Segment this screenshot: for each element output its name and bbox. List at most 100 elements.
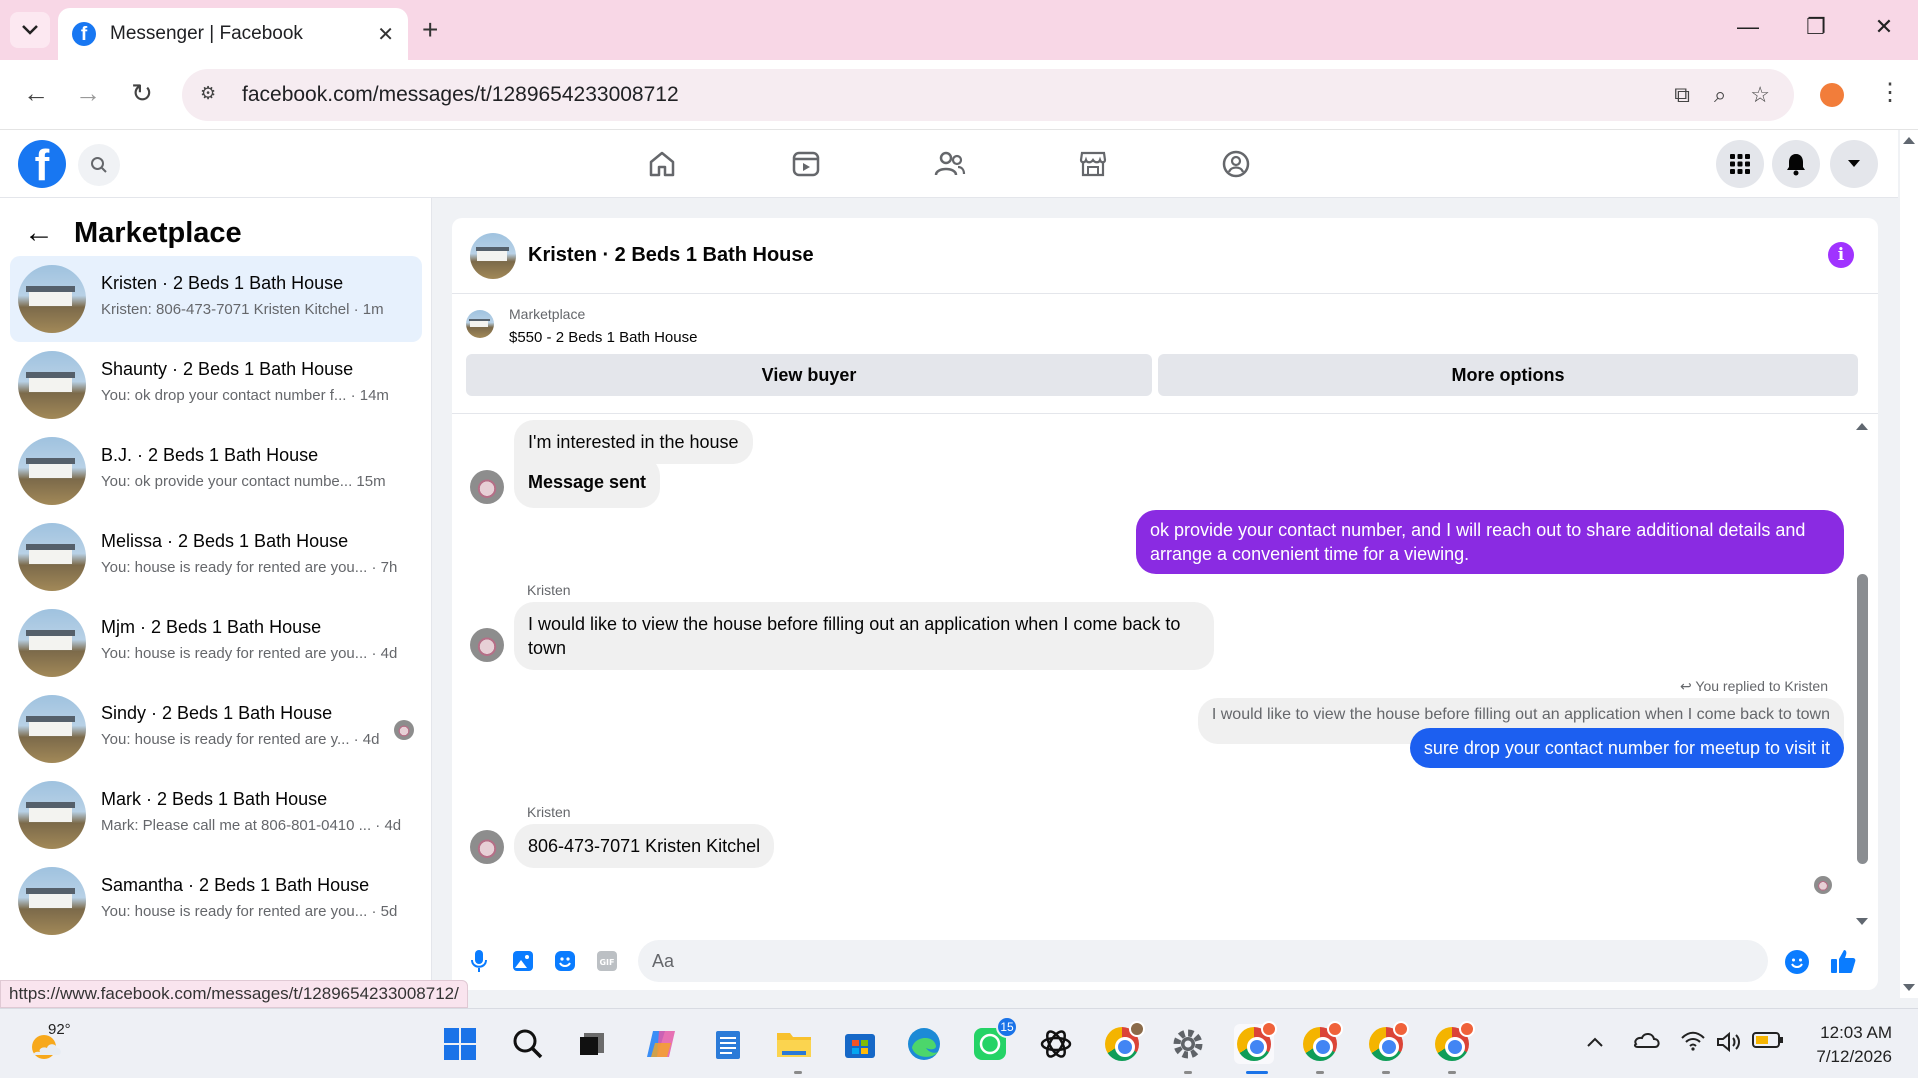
onedrive-icon[interactable] [1632,1031,1660,1055]
attach-photo-button[interactable] [510,948,536,974]
minimize-button[interactable]: — [1728,14,1768,40]
chrome-profile-button[interactable] [1102,1021,1145,1064]
bookmark-star-icon[interactable]: ☆ [1750,82,1770,108]
taskbar-search-button[interactable] [508,1024,548,1064]
profile-avatar[interactable] [1820,83,1844,107]
url-text[interactable]: facebook.com/messages/t/1289654233008712 [242,83,1674,107]
browser-tab[interactable]: f Messenger | Facebook ✕ [58,8,408,60]
close-window-button[interactable]: ✕ [1864,14,1904,40]
conversation-item[interactable]: Shaunty · 2 Beds 1 Bath House You: ok dr… [10,342,422,428]
marketplace-nav-button[interactable] [1073,146,1113,182]
conversation-item[interactable]: Kristen · 2 Beds 1 Bath House Kristen: 8… [10,256,422,342]
restore-button[interactable]: ❐ [1796,14,1836,40]
grid-menu-icon [1730,154,1750,174]
sticker-button[interactable] [552,948,578,974]
chrome-icon [1303,1021,1343,1061]
conversation-name: Samantha · 2 Beds 1 Bath House [101,875,370,895]
info-icon[interactable]: i [1828,242,1854,268]
settings-button[interactable] [1168,1024,1208,1064]
voice-clip-button[interactable] [466,948,492,974]
edge-button[interactable] [904,1024,944,1064]
browser-menu-icon[interactable]: ⋮ [1878,78,1902,107]
back-arrow-icon[interactable]: ← [24,216,54,250]
friends-nav-button[interactable] [930,146,970,182]
chat-title[interactable]: Kristen · 2 Beds 1 Bath House [528,244,814,267]
sender-avatar [470,470,504,504]
listing-avatar [18,781,86,849]
show-hidden-icons[interactable] [1586,1031,1604,1054]
copilot-button[interactable] [642,1024,682,1064]
chrome-window-button[interactable] [1234,1021,1277,1064]
gif-button[interactable]: GIF [594,948,620,974]
listing-avatar [18,265,86,333]
conversation-snippet: You: house is ready for rented are you..… [101,645,398,662]
menu-button[interactable] [1716,140,1764,188]
notepad-button[interactable] [708,1024,748,1064]
conversation-name: Melissa · 2 Beds 1 Bath House [101,531,349,551]
sidebar-title: Marketplace [74,216,242,249]
conversation-item[interactable]: Sindy · 2 Beds 1 Bath House You: house i… [10,686,422,772]
conversation-item[interactable]: Mark · 2 Beds 1 Bath House Mark: Please … [10,772,422,858]
chat-header: Kristen · 2 Beds 1 Bath House i [452,218,1878,294]
listing-avatar [18,695,86,763]
site-info-icon[interactable]: ⚙ [200,83,224,107]
whatsapp-badge: 15 [996,1016,1018,1038]
scroll-down-icon[interactable] [1854,916,1870,928]
gaming-nav-button[interactable] [1216,146,1256,182]
install-app-icon[interactable]: ⧉ [1674,82,1690,108]
tab-search-button[interactable] [10,12,50,48]
chrome-window-button[interactable] [1432,1021,1475,1064]
chat-avatar[interactable] [470,233,516,279]
browser-tab-bar: f Messenger | Facebook ✕ + — ❐ ✕ [0,0,1918,60]
wifi-signal-icon [1681,1031,1705,1051]
whatsapp-button[interactable]: 15 [970,1016,1018,1064]
address-bar[interactable]: ⚙ facebook.com/messages/t/12896542330087… [182,69,1794,121]
listing-title[interactable]: $550 - 2 Beds 1 Bath House [509,329,697,346]
scroll-up-icon[interactable] [1854,420,1870,432]
video-nav-button[interactable] [786,146,826,182]
home-nav-button[interactable] [642,146,682,182]
conversation-item[interactable]: B.J. · 2 Beds 1 Bath House You: ok provi… [10,428,422,514]
running-indicator [1382,1071,1390,1074]
listing-avatar [18,351,86,419]
system-clock[interactable]: 12:03 AM 7/12/2026 [1792,1021,1892,1069]
notifications-button[interactable] [1772,140,1820,188]
view-buyer-button[interactable]: View buyer [466,354,1152,396]
store-button[interactable] [840,1024,880,1064]
chrome-window-button[interactable] [1300,1021,1343,1064]
page-scroll-up-icon[interactable] [1900,134,1918,146]
more-options-button[interactable]: More options [1158,354,1858,396]
reload-button[interactable]: ↻ [124,78,160,109]
read-receipt-avatar [1814,876,1832,894]
start-button[interactable] [440,1024,480,1064]
conversation-item[interactable]: Melissa · 2 Beds 1 Bath House You: house… [10,514,422,600]
wifi-icon[interactable] [1680,1031,1706,1057]
back-button[interactable]: ← [18,78,54,109]
scroll-thumb[interactable] [1857,574,1868,864]
tab-close-icon[interactable]: ✕ [377,22,394,47]
like-button[interactable] [1828,946,1858,976]
new-tab-button[interactable]: + [422,14,438,46]
conversation-item[interactable]: Mjm · 2 Beds 1 Bath House You: house is … [10,600,422,686]
volume-icon[interactable] [1716,1031,1742,1059]
account-button[interactable] [1830,140,1878,188]
page-scroll-down-icon[interactable] [1900,982,1918,994]
page-scrollbar[interactable] [1900,130,1918,998]
task-view-button[interactable] [572,1024,612,1064]
emoji-icon[interactable] [1785,950,1809,974]
marketplace-listing-bar: Marketplace $550 - 2 Beds 1 Bath House V… [452,294,1878,414]
file-explorer-button[interactable] [774,1024,814,1064]
zoom-icon[interactable]: ⌕ [1714,82,1726,108]
conversation-item[interactable]: Samantha · 2 Beds 1 Bath House You: hous… [10,858,422,944]
facebook-search-button[interactable] [78,144,120,186]
chatgpt-button[interactable] [1036,1024,1076,1064]
facebook-logo-icon[interactable]: f [18,140,66,188]
chat-panel: Kristen · 2 Beds 1 Bath House i Marketpl… [452,218,1878,990]
forward-button[interactable]: → [70,78,106,109]
running-indicator [1316,1071,1324,1074]
chrome-window-button[interactable] [1366,1021,1409,1064]
listing-thumbnail[interactable] [466,310,494,338]
battery-icon[interactable] [1752,1031,1784,1055]
message-input[interactable]: Aa [638,940,1768,982]
windows-taskbar: 92° 15 12:03 AM 7/12/2026 [0,1008,1918,1078]
